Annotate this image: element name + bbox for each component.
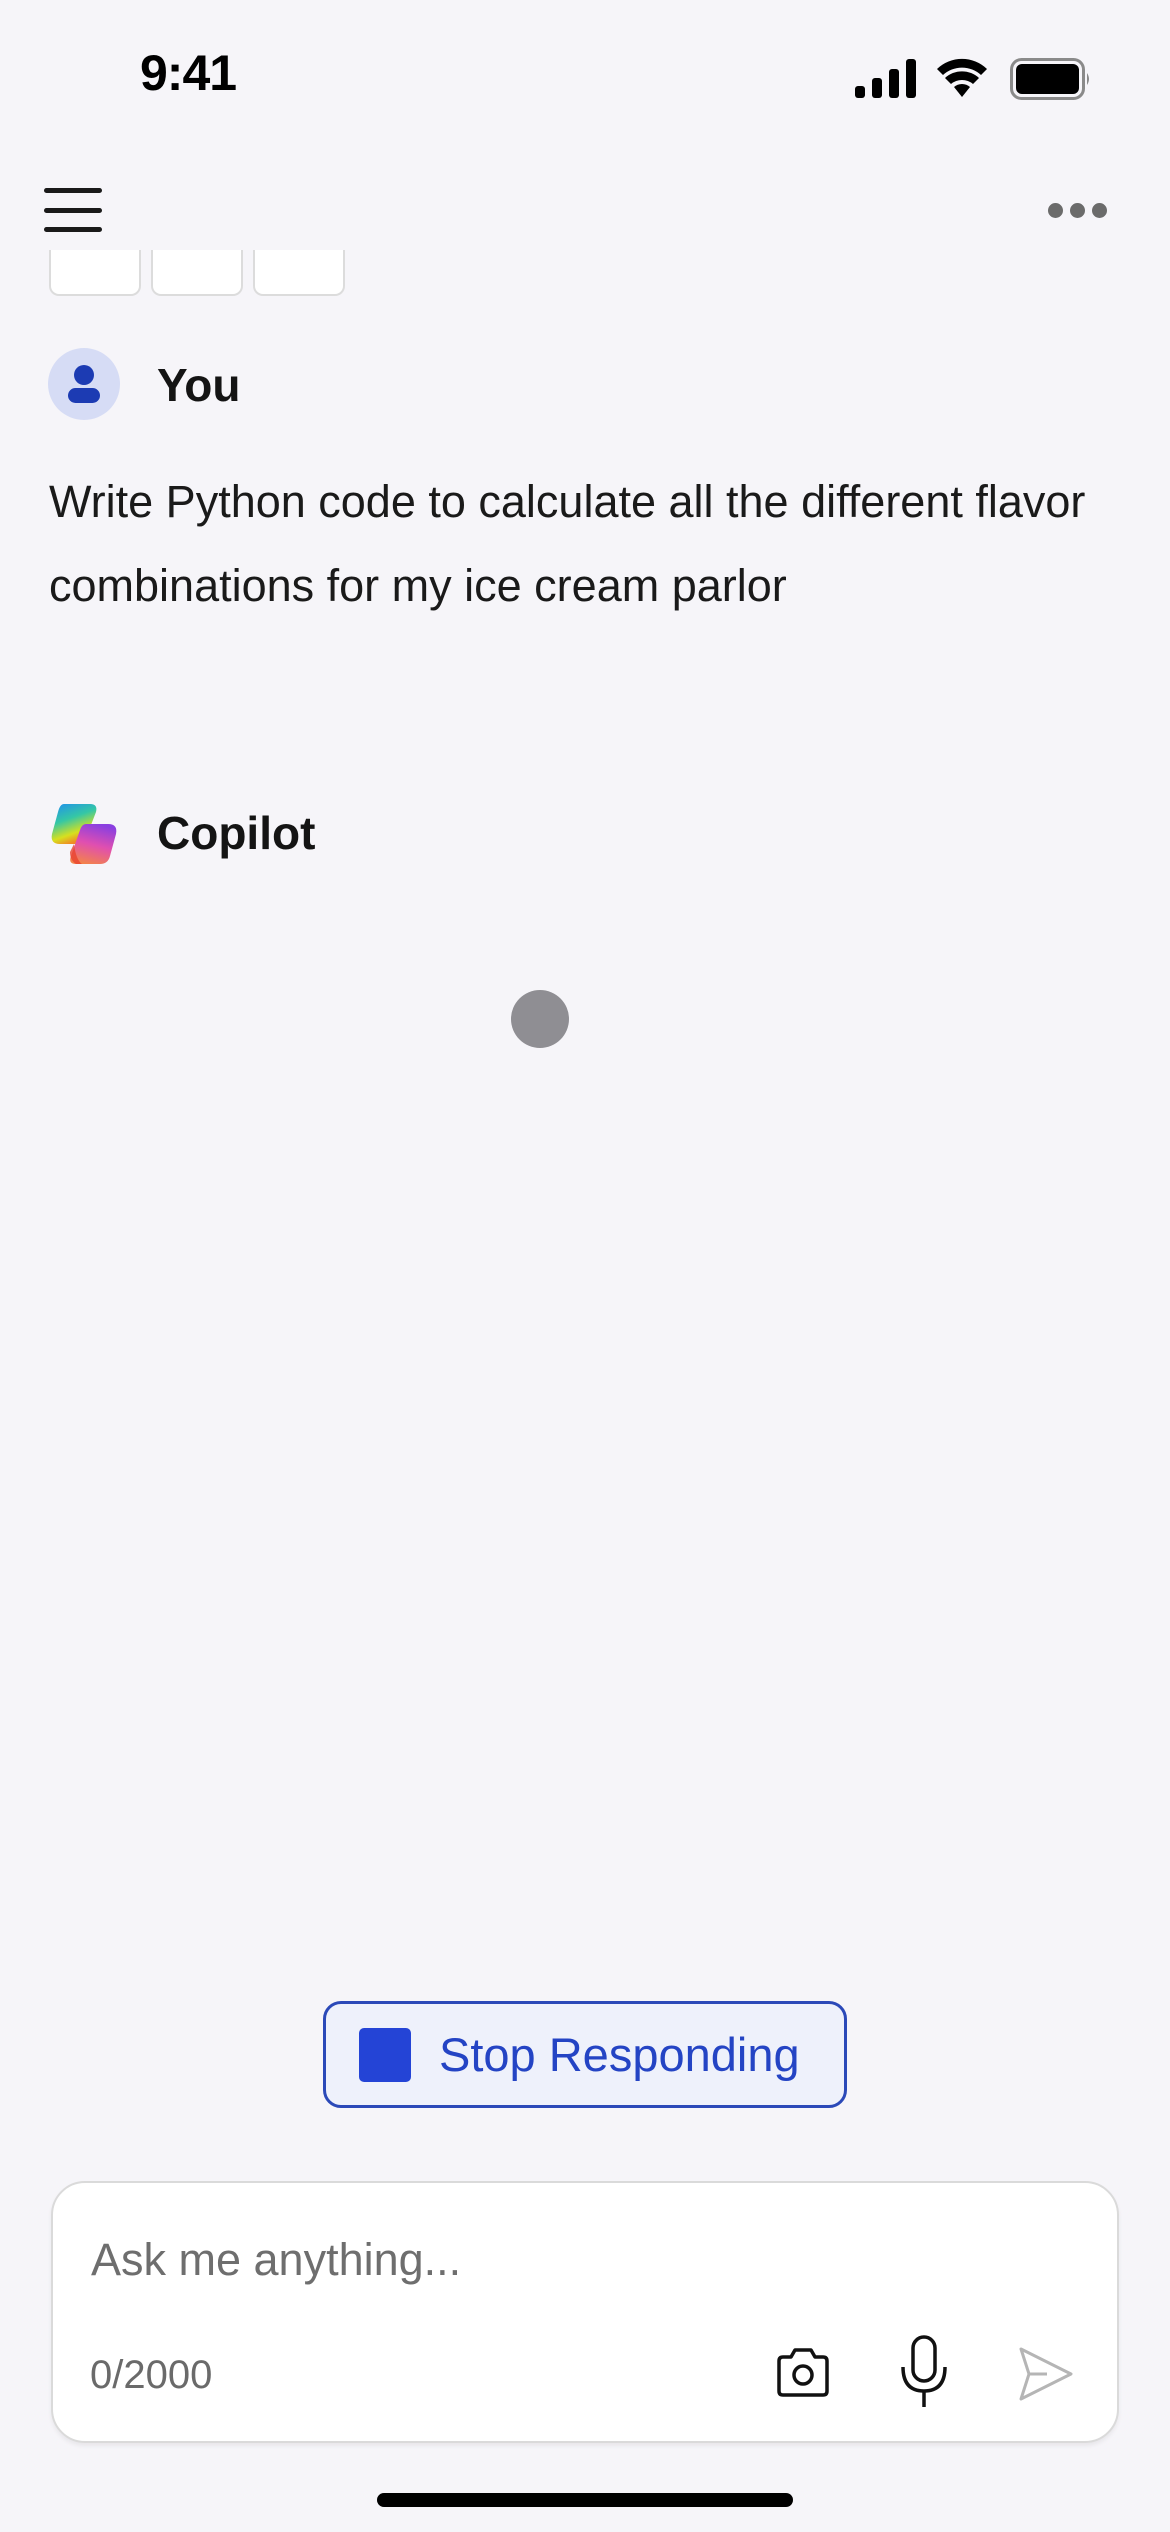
- assistant-name: Copilot: [157, 807, 316, 859]
- typing-indicator: [511, 990, 569, 1048]
- character-counter: 0/2000: [90, 2353, 213, 2397]
- hamburger-menu-button[interactable]: [40, 180, 110, 240]
- microphone-icon[interactable]: [899, 2335, 949, 2409]
- suggestion-chip[interactable]: [49, 250, 141, 296]
- stop-square-icon: [359, 2027, 411, 2082]
- more-options-button[interactable]: [1048, 195, 1118, 225]
- dot: [1070, 202, 1085, 218]
- user-message: Write Python code to calculate all the d…: [49, 476, 1086, 611]
- wifi-icon: [937, 58, 987, 97]
- stop-responding-button[interactable]: Stop Responding: [323, 2001, 847, 2108]
- camera-icon[interactable]: [775, 2345, 831, 2401]
- home-indicator[interactable]: [377, 2493, 793, 2507]
- dot: [1092, 202, 1107, 218]
- user-name: You: [157, 359, 241, 411]
- cellular-signal-icon: [855, 59, 916, 98]
- menu-line: [44, 227, 102, 232]
- suggestion-chip[interactable]: [253, 250, 345, 296]
- status-time: 9:41: [140, 45, 237, 101]
- copilot-logo-icon: [51, 804, 117, 864]
- menu-line: [44, 188, 102, 193]
- composer: 0/2000: [51, 2181, 1119, 2443]
- message-input[interactable]: [89, 2219, 993, 2301]
- person-icon: [68, 365, 100, 403]
- stop-responding-label: Stop Responding: [439, 2028, 800, 2081]
- user-avatar: [48, 348, 120, 420]
- dot: [1048, 202, 1063, 218]
- battery-icon: [1010, 58, 1089, 100]
- menu-line: [44, 208, 102, 213]
- send-icon[interactable]: [1017, 2345, 1075, 2403]
- suggestion-chip[interactable]: [151, 250, 243, 296]
